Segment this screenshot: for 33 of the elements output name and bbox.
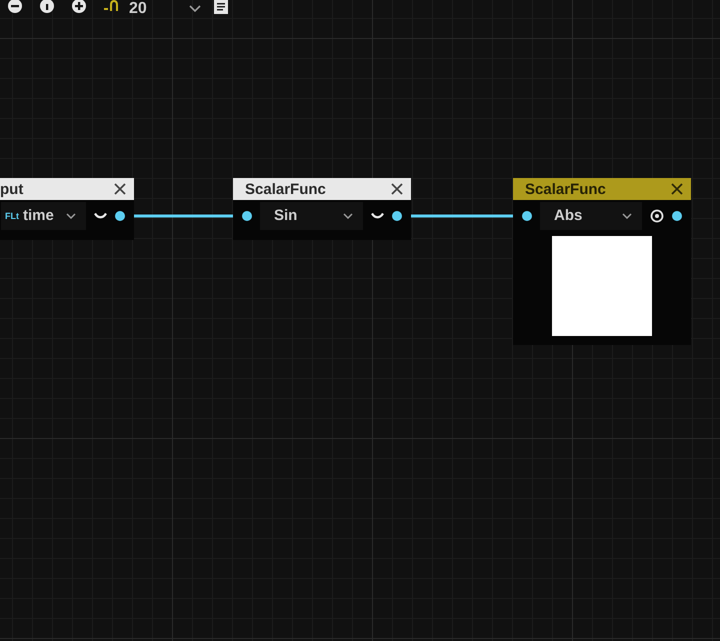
node-header[interactable]: ScalarFunc — [513, 178, 691, 200]
input-port[interactable] — [242, 211, 252, 221]
close-icon[interactable] — [391, 183, 403, 195]
chevron-down-icon — [622, 213, 632, 219]
output-port[interactable] — [115, 211, 125, 221]
node-card[interactable]: ScalarFunc Abs — [513, 178, 691, 345]
chevron-down-icon[interactable] — [189, 5, 201, 13]
eye-icon[interactable] — [650, 209, 664, 223]
document-icon[interactable] — [214, 0, 228, 14]
zoom-field[interactable]: 20 — [129, 0, 165, 17]
input-port[interactable] — [522, 211, 532, 221]
dropdown[interactable]: FLt time — [1, 202, 86, 230]
output-port[interactable] — [392, 211, 402, 221]
chevron-down-icon — [343, 213, 353, 219]
dropdown[interactable]: Sin — [260, 202, 363, 230]
type-label: FLt — [5, 212, 19, 220]
info-icon[interactable] — [39, 0, 55, 14]
close-icon[interactable] — [114, 183, 126, 195]
dropdown[interactable]: Abs — [540, 202, 642, 230]
node-card[interactable]: put FLt time — [0, 178, 134, 240]
dropdown-value: Abs — [554, 206, 582, 226]
dropdown-value: time — [23, 206, 54, 226]
node-title: put — [0, 182, 24, 196]
node-title: ScalarFunc — [525, 182, 606, 196]
node-header[interactable]: ScalarFunc — [233, 178, 411, 200]
node-card[interactable]: ScalarFunc Sin — [233, 178, 411, 240]
output-port[interactable] — [672, 211, 682, 221]
node-header[interactable]: put — [0, 178, 134, 200]
bezier-curve-icon[interactable] — [103, 0, 119, 13]
chevron-down-icon — [66, 213, 76, 219]
node-title: ScalarFunc — [245, 182, 326, 196]
dropdown-value: Sin — [274, 206, 298, 226]
close-icon[interactable] — [671, 183, 683, 195]
